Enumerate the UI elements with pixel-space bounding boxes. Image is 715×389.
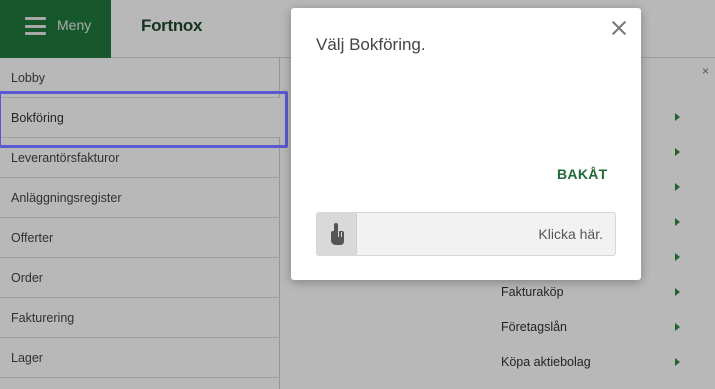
guide-highlight-bokforing (0, 91, 288, 148)
click-here-button[interactable]: Klicka här. (316, 212, 616, 256)
click-here-label: Klicka här. (538, 226, 603, 242)
pointer-hand-icon (317, 213, 357, 255)
back-button[interactable]: BAKÅT (557, 166, 608, 182)
guide-dialog: Välj Bokföring. BAKÅT Klicka här. (291, 8, 641, 280)
close-icon[interactable] (609, 18, 629, 38)
dialog-title: Välj Bokföring. (316, 35, 426, 54)
